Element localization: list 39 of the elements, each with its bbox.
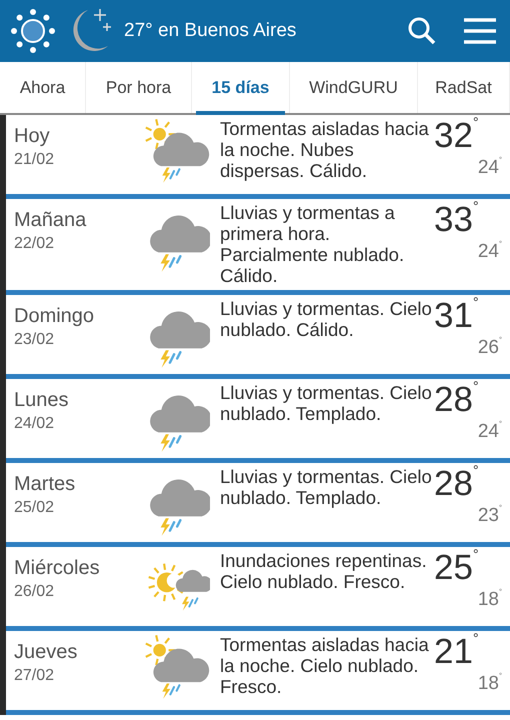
- high-temperature: 28$^{°}$: [434, 466, 480, 502]
- day-date: 27/02: [14, 666, 56, 686]
- day-name: Mañana: [14, 208, 88, 232]
- high-temperature: 21$^{°}$: [434, 634, 480, 670]
- low-temperature: 24$^{°}$: [478, 158, 502, 178]
- header-title: 27° en Buenos Aires: [124, 18, 296, 43]
- day-date: 21/02: [14, 150, 56, 170]
- low-temperature: 24$^{°}$: [478, 422, 502, 442]
- day-date: 22/02: [14, 234, 56, 254]
- day-name: Martes: [14, 472, 76, 496]
- forecast-description: Lluvias y tormentas a primera hora. Parcialmente nublado. Cálido.: [220, 202, 406, 286]
- forecast-description: Tormentas aisladas hacia la noche. Nubes dispersas. Cálido.: [220, 118, 430, 181]
- low-temperature: 18$^{°}$: [478, 590, 502, 610]
- day-name: Jueves: [14, 640, 78, 664]
- high-temperature: 31$^{°}$: [434, 298, 480, 334]
- forecast-description: Tormentas aisladas hacia la noche. Cielo nublado. Fresco.: [220, 634, 430, 697]
- low-temperature: 23$^{°}$: [478, 506, 502, 526]
- high-temperature: 32$^{°}$: [434, 118, 480, 154]
- low-temperature: 24$^{°}$: [478, 242, 502, 262]
- day-name: Domingo: [14, 304, 96, 328]
- sun-icon: [8, 6, 58, 56]
- day-date: 23/02: [14, 330, 56, 350]
- day-date: 26/02: [14, 582, 56, 602]
- menu-button[interactable]: [462, 16, 498, 46]
- search-button[interactable]: [406, 15, 438, 47]
- forecast-description: Inundaciones repentinas. Cielo nublado. Fresco.: [220, 550, 428, 592]
- forecast-description: Lluvias y tormentas. Cielo nublado. Templado.: [220, 382, 432, 424]
- forecast-description: Lluvias y tormentas. Cielo nublado. Cálido.: [220, 298, 432, 340]
- day-name: Miércoles: [14, 556, 101, 580]
- day-name: Hoy: [14, 124, 51, 148]
- day-name: Lunes: [14, 388, 70, 412]
- high-temperature: 33$^{°}$: [434, 202, 480, 238]
- high-temperature: 25$^{°}$: [434, 550, 480, 586]
- low-temperature: 26$^{°}$: [478, 338, 502, 358]
- high-temperature: 28$^{°}$: [434, 382, 480, 418]
- low-temperature: 18$^{°}$: [478, 674, 502, 694]
- day-date: 24/02: [14, 414, 56, 434]
- day-date: 25/02: [14, 498, 56, 518]
- forecast-description: Lluvias y tormentas. Cielo nublado. Templado.: [220, 466, 432, 508]
